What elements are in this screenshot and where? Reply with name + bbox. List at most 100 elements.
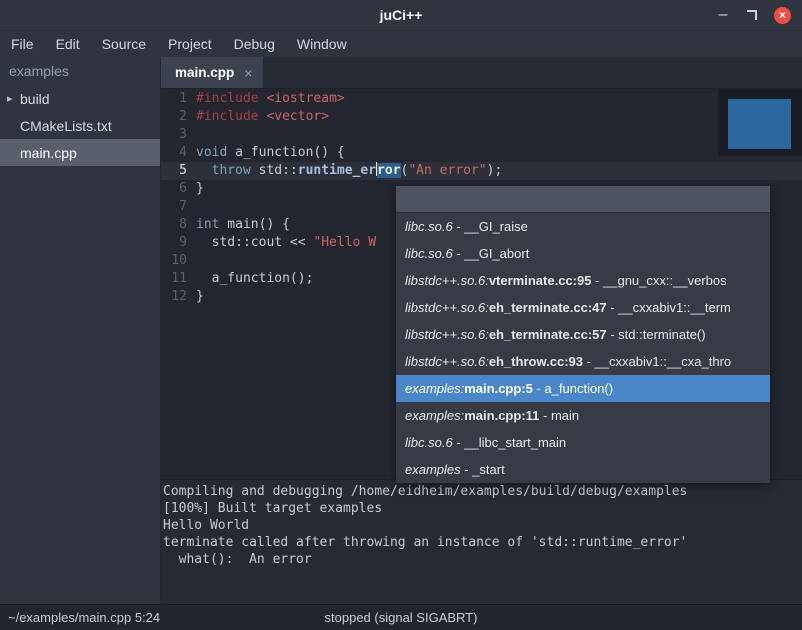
- code-token: throw: [212, 163, 251, 178]
- juci-window: { "window": { "title": "juCi++" }, "icon…: [0, 0, 802, 630]
- stack-frame-row[interactable]: libstdc++.so.6:eh_terminate.cc:57 - std:…: [396, 321, 770, 348]
- output-lines: Compiling and debugging /home/eidheim/ex…: [163, 483, 802, 568]
- code-token: #include: [196, 91, 259, 106]
- tree-item-build[interactable]: ▸build: [0, 85, 160, 112]
- code-line: 5 throw std::runtime_error("An error");: [161, 162, 802, 180]
- frame-library: libstdc++.so.6:: [405, 300, 489, 315]
- frame-function: - __GI_abort: [453, 246, 530, 261]
- code-token: void: [196, 145, 227, 160]
- code-token: <iostream>: [266, 91, 344, 106]
- code-token: ror: [377, 163, 400, 178]
- stack-frame-row[interactable]: examples:main.cpp:5 - a_function(): [396, 375, 770, 402]
- frame-file-line: eh_terminate.cc:47: [489, 300, 607, 315]
- tree-item-main-cpp[interactable]: main.cpp: [0, 139, 160, 166]
- frame-function: - a_function(): [533, 381, 613, 396]
- line-number: 10: [161, 252, 196, 270]
- titlebar: juCi++ – ×: [0, 0, 802, 31]
- stack-frame-list: libc.so.6 - __GI_raiselibc.so.6 - __GI_a…: [396, 213, 770, 483]
- frame-library: libc.so.6: [405, 435, 453, 450]
- stack-frame-row[interactable]: libc.so.6 - __libc_start_main: [396, 429, 770, 456]
- frame-library: examples: [405, 462, 461, 477]
- line-number: 2: [161, 108, 196, 126]
- menu-bar: FileEditSourceProjectDebugWindow: [0, 31, 802, 57]
- code-line: 3: [161, 126, 802, 144]
- line-number: 8: [161, 216, 196, 234]
- code-token: "Hello W: [313, 235, 376, 250]
- chevron-right-icon: ▸: [7, 92, 20, 105]
- menu-item-source[interactable]: Source: [91, 31, 157, 57]
- frame-library: libc.so.6: [405, 246, 453, 261]
- code-token: std::cout <<: [196, 235, 313, 250]
- line-number: 5: [161, 162, 196, 180]
- frame-file-line: eh_terminate.cc:57: [489, 327, 607, 342]
- frame-function: - __cxxabiv1::__term: [607, 300, 731, 315]
- line-number: 12: [161, 288, 196, 306]
- code-token: [196, 163, 212, 178]
- build-output-panel: Compiling and debugging /home/eidheim/ex…: [161, 479, 802, 605]
- output-line: terminate called after throwing an insta…: [163, 534, 802, 551]
- output-line: what(): An error: [163, 551, 802, 568]
- popup-filter-input[interactable]: [396, 186, 770, 213]
- code-line: 2#include <vector>: [161, 108, 802, 126]
- frame-file-line: eh_throw.cc:93: [489, 354, 583, 369]
- tree-item-label: CMakeLists.txt: [20, 118, 112, 134]
- code-line: 1#include <iostream>: [161, 90, 802, 108]
- code-text: throw std::runtime_error("An error");: [196, 162, 502, 180]
- code-text: std::cout << "Hello W: [196, 234, 376, 252]
- overlay-tooltip: [718, 89, 802, 156]
- output-line: Hello World: [163, 517, 802, 534]
- frame-function: - std::terminate(): [607, 327, 706, 342]
- menu-item-debug[interactable]: Debug: [223, 31, 286, 57]
- code-text: #include <vector>: [196, 108, 329, 126]
- line-number: 6: [161, 180, 196, 198]
- output-line: Compiling and debugging /home/eidheim/ex…: [163, 483, 802, 500]
- window-title: juCi++: [0, 0, 802, 30]
- frame-library: examples:: [405, 408, 464, 423]
- stack-frame-row[interactable]: libstdc++.so.6:eh_throw.cc:93 - __cxxabi…: [396, 348, 770, 375]
- line-number: 4: [161, 144, 196, 162]
- status-file-position: ~/examples/main.cpp 5:24: [0, 610, 160, 625]
- file-tree: ▸build CMakeLists.txt main.cpp: [0, 85, 160, 166]
- code-token: }: [196, 181, 204, 196]
- line-number: 11: [161, 270, 196, 288]
- frame-function: - main: [539, 408, 579, 423]
- frame-library: libstdc++.so.6:: [405, 273, 489, 288]
- frame-file-line: main.cpp:5: [464, 381, 533, 396]
- frame-library: libc.so.6: [405, 219, 453, 234]
- stack-frame-row[interactable]: libc.so.6 - __GI_raise: [396, 213, 770, 240]
- tree-item-cmakelists-txt[interactable]: CMakeLists.txt: [0, 112, 160, 139]
- minimize-button[interactable]: –: [716, 2, 730, 28]
- code-token: runtime_er: [298, 163, 376, 178]
- code-line: 4void a_function() {: [161, 144, 802, 162]
- frame-function: - _start: [461, 462, 505, 477]
- stack-frame-row[interactable]: libc.so.6 - __GI_abort: [396, 240, 770, 267]
- code-token: a_function();: [196, 271, 313, 286]
- stack-trace-popup: libc.so.6 - __GI_raiselibc.so.6 - __GI_a…: [396, 186, 770, 483]
- close-button[interactable]: ×: [774, 7, 791, 24]
- tab-main-cpp[interactable]: main.cpp ×: [161, 57, 263, 88]
- stack-frame-row[interactable]: libstdc++.so.6:eh_terminate.cc:47 - __cx…: [396, 294, 770, 321]
- frame-file-line: main.cpp:11: [464, 408, 539, 423]
- frame-function: - __GI_raise: [453, 219, 528, 234]
- line-number: 9: [161, 234, 196, 252]
- code-text: }: [196, 180, 204, 198]
- output-line: [100%] Built target examples: [163, 500, 802, 517]
- stack-frame-row[interactable]: examples:main.cpp:11 - main: [396, 402, 770, 429]
- maximize-button[interactable]: [747, 10, 757, 20]
- frame-library: examples:: [405, 381, 464, 396]
- line-number: 7: [161, 198, 196, 216]
- code-token: int: [196, 217, 219, 232]
- stack-frame-row[interactable]: libstdc++.so.6:vterminate.cc:95 - __gnu_…: [396, 267, 770, 294]
- line-number: 3: [161, 126, 196, 144]
- menu-item-edit[interactable]: Edit: [45, 31, 91, 57]
- menu-item-window[interactable]: Window: [286, 31, 358, 57]
- stack-frame-row[interactable]: examples - _start: [396, 456, 770, 483]
- code-token: "An error": [408, 163, 486, 178]
- tree-item-label: build: [20, 91, 50, 107]
- code-text: void a_function() {: [196, 144, 345, 162]
- code-token: std::: [251, 163, 298, 178]
- menu-item-project[interactable]: Project: [157, 31, 223, 57]
- menu-item-file[interactable]: File: [0, 31, 45, 57]
- frame-function: - __libc_start_main: [453, 435, 566, 450]
- tab-close-icon[interactable]: ×: [244, 65, 252, 81]
